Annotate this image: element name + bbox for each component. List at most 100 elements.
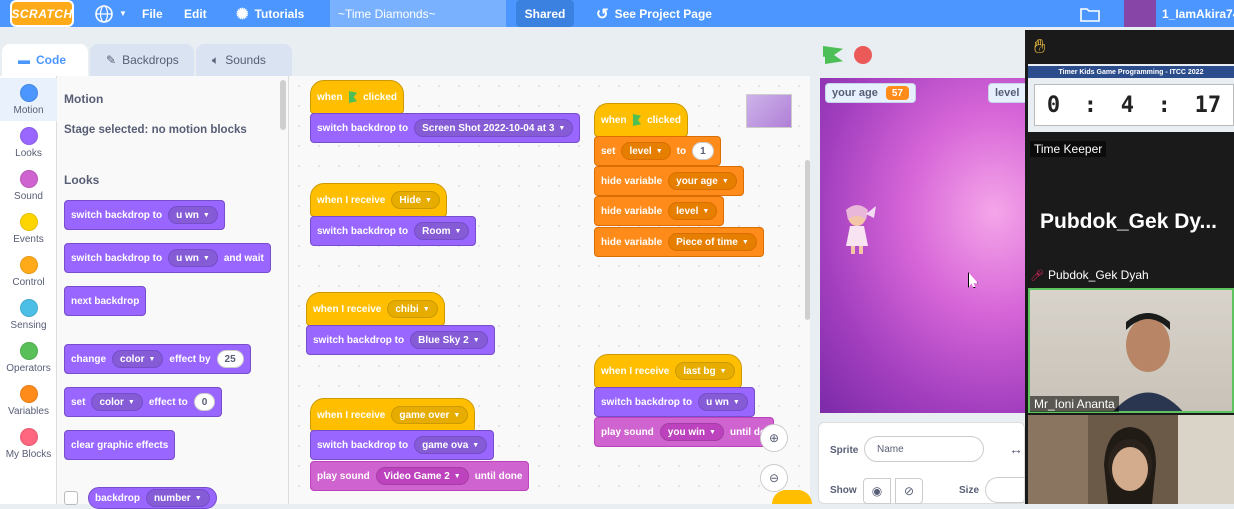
chevron-down-icon: ▼ (472, 336, 480, 344)
participant-video-tile[interactable] (1028, 288, 1234, 413)
message-dropdown[interactable]: last bg ▼ (675, 362, 735, 380)
category-sensing[interactable]: Sensing (0, 293, 57, 336)
hide-variable-block[interactable]: hide variable Piece of time ▼ (594, 227, 764, 257)
switch-backdrop-block[interactable]: switch backdrop to Blue Sky 2 ▼ (306, 325, 495, 355)
variable-dropdown[interactable]: Piece of time ▼ (668, 233, 757, 251)
block-text-mid: to (676, 145, 687, 157)
dropdown-value: your age (676, 175, 718, 187)
variable-dropdown[interactable]: level ▼ (621, 142, 671, 160)
checkbox[interactable] (64, 491, 78, 505)
number-input[interactable]: 0 (193, 393, 216, 411)
effect-dropdown[interactable]: color ▼ (91, 393, 143, 411)
stop-button[interactable] (854, 46, 872, 64)
play-sound-block[interactable]: play sound Video Game 2 ▼ until done (310, 461, 530, 491)
palette-block-change-effect[interactable]: change color ▼ effect by 25 (64, 344, 251, 374)
switch-backdrop-block[interactable]: switch backdrop to Room ▼ (310, 216, 477, 246)
show-sprite-button[interactable]: ◉ (863, 478, 891, 504)
category-operators[interactable]: Operators (0, 336, 57, 379)
variable-dropdown[interactable]: level ▼ (668, 202, 718, 220)
switch-backdrop-block[interactable]: switch backdrop to Screen Shot 2022-10-0… (310, 113, 581, 143)
message-dropdown[interactable]: game over ▼ (391, 406, 469, 424)
dropdown-value: Blue Sky 2 (418, 334, 469, 346)
category-dot (19, 298, 38, 317)
category-menu: Motion Looks Sound Events Control Sensin… (0, 76, 57, 504)
category-variables[interactable]: Variables (0, 379, 57, 422)
category-control[interactable]: Control (0, 250, 57, 293)
project-title-input[interactable]: ~Time Diamonds~ (330, 0, 506, 27)
tab-backdrops[interactable]: ✎ Backdrops (90, 44, 194, 76)
palette-scrollbar[interactable] (280, 80, 286, 130)
backdrop-dropdown[interactable]: game ova ▼ (414, 436, 488, 454)
sound-dropdown[interactable]: you win ▼ (659, 423, 724, 441)
number-input[interactable]: 25 (216, 350, 244, 368)
participant-video-tile-3[interactable] (1028, 415, 1234, 504)
value-input[interactable]: 1 (692, 142, 714, 160)
sound-dropdown[interactable]: Video Game 2 ▼ (375, 467, 469, 485)
dropdown-value: Video Game 2 (383, 470, 450, 482)
when-flag-clicked-hat[interactable]: when clicked (594, 103, 688, 137)
script-scrollbar[interactable] (805, 160, 810, 320)
when-i-receive-hat[interactable]: when I receive game over ▼ (310, 398, 476, 432)
category-looks[interactable]: Looks (0, 121, 57, 164)
backdrop-dropdown[interactable]: Blue Sky 2 ▼ (410, 331, 488, 349)
palette-block-set-effect[interactable]: set color ▼ effect to 0 (64, 387, 223, 417)
hide-variable-block[interactable]: hide variable your age ▼ (594, 166, 744, 196)
play-sound-block[interactable]: play sound you win ▼ until do (594, 417, 774, 447)
category-events[interactable]: Events (0, 207, 57, 250)
palette-block-switch-backdrop-wait[interactable]: switch backdrop to u wn ▼ and wait (64, 243, 271, 273)
backdrop-dropdown[interactable]: Screen Shot 2022-10-04 at 3 ▼ (414, 119, 574, 137)
participant-name-tile: 🎤︎ Pubdok_Gek Dyah (1030, 268, 1149, 282)
message-dropdown[interactable]: chibi ▼ (387, 300, 438, 318)
when-i-receive-hat[interactable]: when I receive Hide ▼ (310, 183, 447, 217)
backdrop-dropdown[interactable]: u wn ▼ (168, 249, 218, 267)
palette-block-clear-effects[interactable]: clear graphic effects (64, 430, 176, 460)
when-i-receive-hat[interactable]: when I receive last bg ▼ (594, 354, 742, 388)
backdrop-property-dropdown[interactable]: number ▼ (146, 489, 210, 507)
language-menu[interactable]: ▼ (95, 0, 127, 27)
edit-menu[interactable]: Edit (184, 0, 207, 27)
tutorials-button[interactable]: ✺ Tutorials (236, 0, 304, 27)
category-my-blocks[interactable]: My Blocks (0, 422, 57, 465)
my-stuff-folder-button[interactable] (1080, 0, 1100, 27)
palette-block-switch-backdrop[interactable]: switch backdrop to u wn ▼ (64, 200, 225, 230)
green-flag-button[interactable] (823, 46, 843, 64)
set-variable-block[interactable]: set level ▼ to 1 (594, 136, 721, 166)
dropdown-value: Screen Shot 2022-10-04 at 3 (422, 122, 555, 134)
sprite-label: Sprite (830, 445, 859, 456)
user-avatar[interactable] (1124, 0, 1156, 27)
tab-sounds[interactable]: 🔈︎ Sounds (196, 44, 292, 76)
shared-button[interactable]: Shared (516, 0, 574, 27)
file-menu[interactable]: File (142, 0, 163, 27)
effect-dropdown[interactable]: color ▼ (112, 350, 164, 368)
when-flag-clicked-hat[interactable]: when clicked (310, 80, 404, 114)
backdrop-dropdown[interactable]: u wn ▼ (168, 206, 218, 224)
eye-slash-icon: ⊘ (903, 484, 915, 498)
message-dropdown[interactable]: Hide ▼ (391, 191, 440, 209)
tab-code[interactable]: ▬ Code (2, 44, 88, 76)
size-input[interactable] (985, 477, 1025, 503)
sprite-name-input[interactable]: Name (864, 436, 984, 462)
hide-variable-block[interactable]: hide variable level ▼ (594, 196, 725, 226)
variable-dropdown[interactable]: your age ▼ (668, 172, 737, 190)
category-label: Control (12, 276, 45, 288)
category-label: Variables (8, 405, 49, 417)
palette-block-backdrop-reporter[interactable]: backdrop number ▼ (88, 487, 217, 509)
zoom-in-button[interactable]: ⊕ (760, 424, 788, 452)
scratch-logo[interactable]: SCRATCH (10, 0, 74, 27)
fairy-sprite[interactable] (836, 200, 878, 255)
category-motion[interactable]: Motion (0, 78, 57, 121)
switch-backdrop-block[interactable]: switch backdrop to game ova ▼ (310, 430, 495, 460)
dropdown-value: level (676, 205, 699, 217)
backdrop-dropdown[interactable]: Room ▼ (414, 222, 470, 240)
hide-sprite-button[interactable]: ⊘ (895, 478, 923, 504)
chevron-down-icon: ▼ (721, 177, 729, 185)
when-i-receive-hat[interactable]: when I receive chibi ▼ (306, 292, 445, 326)
palette-block-next-backdrop[interactable]: next backdrop (64, 286, 147, 316)
category-label: Events (13, 233, 44, 245)
username[interactable]: 1_IamAkira74 (1162, 0, 1234, 27)
category-sound[interactable]: Sound (0, 164, 57, 207)
zoom-out-button[interactable]: ⊖ (760, 464, 788, 492)
switch-backdrop-block[interactable]: switch backdrop to u wn ▼ (594, 387, 755, 417)
backdrop-dropdown[interactable]: u wn ▼ (698, 393, 748, 411)
see-project-page-button[interactable]: ↺ See Project Page (596, 0, 712, 27)
